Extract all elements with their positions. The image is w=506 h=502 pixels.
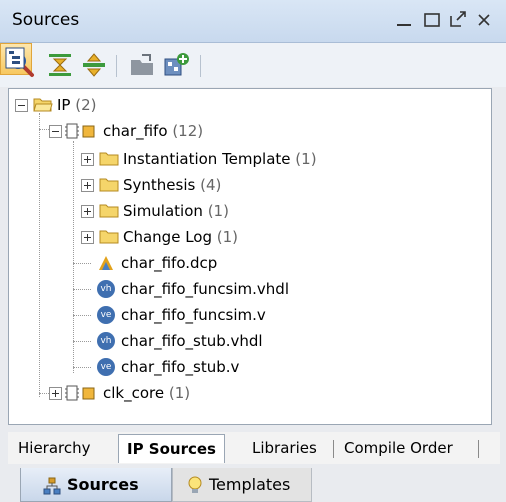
tab-hierarchy[interactable]: Hierarchy <box>10 436 99 460</box>
node-label: char_fifo_funcsim.vhdl <box>121 280 289 298</box>
node-label: char_fifo <box>103 122 168 140</box>
expand-toggle[interactable] <box>81 205 94 218</box>
tree-node-ip[interactable]: IP (2) <box>11 92 211 118</box>
add-sources-icon[interactable] <box>162 51 190 79</box>
float-icon[interactable] <box>446 6 472 34</box>
ip-core-icon <box>65 123 95 139</box>
node-label: char_fifo_funcsim.v <box>121 306 266 324</box>
verilog-file-icon: ve <box>97 358 115 376</box>
tree-node-char-fifo[interactable]: char_fifo (12) <box>45 118 305 144</box>
panel-tabs: Sources Templates <box>0 466 506 502</box>
expand-toggle[interactable] <box>81 153 94 166</box>
tree-node-synthesis[interactable]: Synthesis (4) <box>77 172 377 198</box>
collapse-all-icon[interactable] <box>46 51 74 79</box>
node-label: Simulation <box>123 202 203 220</box>
view-tabs: Hierarchy IP Sources Libraries Compile O… <box>8 432 500 464</box>
node-label: clk_core <box>103 384 165 402</box>
tree-guide <box>73 341 91 342</box>
tab-ip-sources[interactable]: IP Sources <box>118 434 225 463</box>
tab-separator <box>333 440 334 458</box>
folder-icon <box>99 152 119 166</box>
node-label: char_fifo.dcp <box>121 254 218 272</box>
expand-toggle[interactable] <box>81 231 94 244</box>
collapse-toggle[interactable] <box>49 125 62 138</box>
node-label: char_fifo_stub.vhdl <box>121 332 263 350</box>
tab-compile-order[interactable]: Compile Order <box>336 436 461 460</box>
tree-node-vhdl-file[interactable]: vh char_fifo_funcsim.vhdl <box>91 276 411 302</box>
vhdl-file-icon: vh <box>97 332 115 350</box>
node-count: (1) <box>216 228 239 246</box>
collapse-toggle[interactable] <box>15 99 28 112</box>
tree-guide <box>73 289 91 290</box>
show-hierarchy-toggle-icon <box>5 47 25 69</box>
vhdl-file-icon: vh <box>97 280 115 298</box>
tree-node-change-log[interactable]: Change Log (1) <box>77 224 377 250</box>
node-label: Synthesis <box>123 176 196 194</box>
minimize-icon[interactable] <box>392 6 418 34</box>
folder-open-icon <box>33 98 53 112</box>
tree-guide <box>39 113 40 397</box>
tree-node-verilog-file[interactable]: ve char_fifo_funcsim.v <box>91 302 411 328</box>
node-label: Instantiation Template <box>123 150 291 168</box>
close-icon[interactable] <box>472 6 498 34</box>
panel-tab-sources[interactable]: Sources <box>20 468 172 502</box>
window-titlebar: Sources <box>0 0 506 43</box>
node-count: (12) <box>172 122 204 140</box>
tree-node-simulation[interactable]: Simulation (1) <box>77 198 377 224</box>
tree-node-vhdl-file[interactable]: vh char_fifo_stub.vhdl <box>91 328 411 354</box>
window-title: Sources <box>12 10 80 30</box>
node-label: IP <box>57 96 71 114</box>
tree-guide <box>73 315 91 316</box>
expand-all-icon[interactable] <box>80 51 108 79</box>
panel-tab-label: Templates <box>209 475 291 494</box>
tab-separator <box>478 440 479 458</box>
ip-core-icon <box>65 385 95 401</box>
node-count: (4) <box>200 176 222 194</box>
node-count: (1) <box>207 202 229 220</box>
tree-guide <box>73 263 91 264</box>
tree-node-verilog-file[interactable]: ve char_fifo_stub.v <box>91 354 411 380</box>
tree-node-dcp-file[interactable]: char_fifo.dcp <box>91 250 391 276</box>
tree-guide <box>73 141 74 373</box>
tree-node-clk-core[interactable]: clk_core (1) <box>45 380 305 406</box>
expand-toggle[interactable] <box>81 179 94 192</box>
sources-toolbar <box>0 43 506 87</box>
dcp-file-icon <box>99 256 113 270</box>
tree-node-instantiation-template[interactable]: Instantiation Template (1) <box>77 146 377 172</box>
node-count: (1) <box>295 150 317 168</box>
sources-icon <box>43 477 61 495</box>
tab-libraries[interactable]: Libraries <box>244 436 325 460</box>
toolbar-separator <box>116 55 117 77</box>
toolbar-separator <box>200 55 201 77</box>
folder-icon <box>99 230 119 244</box>
node-label: Change Log <box>123 228 212 246</box>
maximize-icon[interactable] <box>420 6 446 34</box>
folder-icon <box>99 204 119 218</box>
node-count: (1) <box>168 384 191 402</box>
panel-tab-templates[interactable]: Templates <box>172 468 312 502</box>
expand-toggle[interactable] <box>49 387 62 400</box>
verilog-file-icon: ve <box>97 306 115 324</box>
folder-icon <box>99 178 119 192</box>
node-count: (2) <box>75 96 97 114</box>
panel-tab-label: Sources <box>67 475 139 494</box>
lightbulb-icon <box>188 476 202 493</box>
tree-guide <box>73 367 91 368</box>
sources-tree[interactable]: IP (2) char_fifo (12) Instantiation Temp… <box>8 88 492 425</box>
open-file-icon[interactable] <box>128 51 156 79</box>
node-label: char_fifo_stub.v <box>121 358 240 376</box>
